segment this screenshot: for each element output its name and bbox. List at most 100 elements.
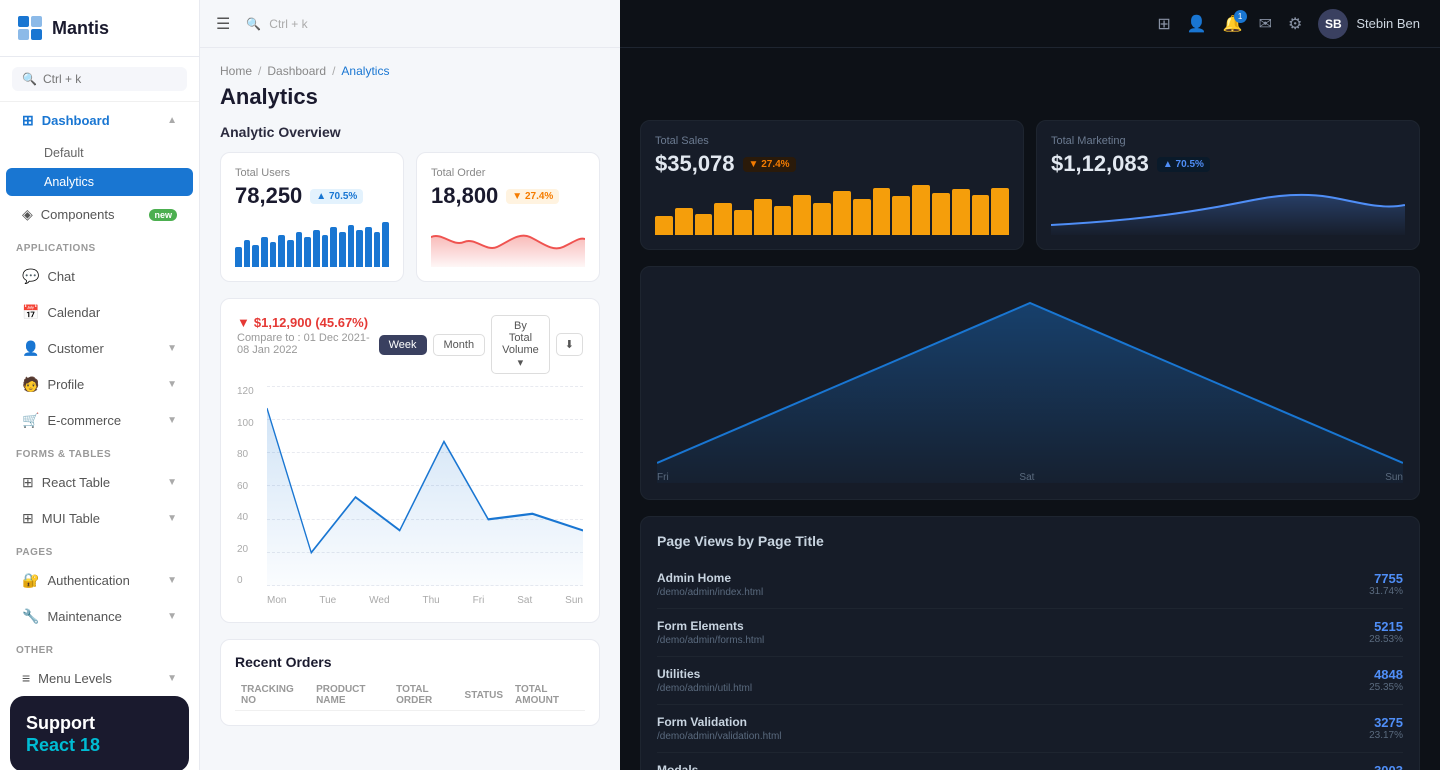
profile-icon: 🧑: [22, 376, 39, 393]
stat-value-marketing: $1,12,083 ▲ 70.5%: [1051, 151, 1405, 177]
recent-orders-title: Recent Orders: [235, 654, 585, 670]
income-overview-header: ▼ $1,12,900 (45.67%) Compare to : 01 Dec…: [237, 315, 583, 374]
sidebar-item-label: MUI Table: [42, 511, 100, 526]
page-view-item-1: Admin Home /demo/admin/index.html 7755 3…: [657, 561, 1403, 609]
page-view-count-2: 5215: [1369, 619, 1403, 634]
chevron-down-icon: ▼: [167, 477, 177, 488]
sidebar-item-components[interactable]: ◈ Components new: [6, 197, 193, 232]
sidebar-item-chat[interactable]: 💬 Chat: [6, 259, 193, 294]
topbar-search-hint: Ctrl + k: [269, 17, 307, 31]
sidebar-item-maintenance[interactable]: 🔧 Maintenance ▼: [6, 599, 193, 634]
avatar: SB: [1318, 9, 1348, 39]
page-view-name-1: Admin Home: [657, 571, 763, 585]
sidebar-item-label: React Table: [42, 475, 110, 490]
user-settings-icon[interactable]: 👤: [1187, 14, 1207, 34]
user-name: Stebin Ben: [1356, 16, 1420, 31]
sidebar-item-calendar[interactable]: 📅 Calendar: [6, 295, 193, 330]
stat-badge-users: ▲ 70.5%: [310, 189, 363, 204]
page-view-item-2: Form Elements /demo/admin/forms.html 521…: [657, 609, 1403, 657]
page-view-count-4: 3275: [1369, 715, 1403, 730]
income-value: ▼ $1,12,900 (45.67%): [237, 315, 379, 330]
hamburger-icon[interactable]: ☰: [216, 14, 230, 34]
income-compare: Compare to : 01 Dec 2021-08 Jan 2022: [237, 332, 379, 356]
sidebar-item-menu-levels[interactable]: ≡ Menu Levels ▼: [6, 661, 193, 695]
col-status: Status: [459, 680, 510, 711]
content-left: Home / Dashboard / Analytics Analytics A…: [200, 48, 620, 770]
sidebar-item-profile[interactable]: 🧑 Profile ▼: [6, 367, 193, 402]
breadcrumb-current: Analytics: [341, 64, 389, 78]
breadcrumb-home[interactable]: Home: [220, 64, 252, 78]
stat-cards-light: Total Users 78,250 ▲ 70.5%: [220, 152, 600, 282]
notification-area[interactable]: 🔔 1: [1223, 14, 1243, 34]
search-input[interactable]: [43, 72, 177, 86]
stat-card-order: Total Order 18,800 ▼ 27.4%: [416, 152, 600, 282]
mail-icon[interactable]: ✉: [1259, 14, 1272, 34]
income-line-chart: 120 100 80 60 40 20 0: [237, 386, 583, 606]
maintenance-icon: 🔧: [22, 608, 39, 625]
sidebar-item-dashboard[interactable]: ⊞ Dashboard ▲: [6, 103, 193, 138]
customer-icon: 👤: [22, 340, 39, 357]
download-button[interactable]: ⬇: [556, 333, 583, 356]
page-view-item-5: Modals /demo/admin/modals.html 3003 22.2…: [657, 753, 1403, 770]
page-view-count-3: 4848: [1369, 667, 1403, 682]
income-dark-card: FriSatSun: [640, 266, 1420, 500]
sidebar-item-authentication[interactable]: 🔐 Authentication ▼: [6, 563, 193, 598]
chevron-down-icon: ▼: [167, 513, 177, 524]
chevron-down-icon: ▼: [167, 379, 177, 390]
stat-badge-sales: ▼ 27.4%: [743, 157, 796, 172]
chat-icon: 💬: [22, 268, 39, 285]
page-view-name-5: Modals: [657, 763, 772, 770]
sidebar-item-label: Calendar: [47, 305, 100, 320]
page-title: Analytics: [220, 84, 600, 110]
support-card-react: React 18: [26, 735, 173, 756]
sidebar-item-label: Authentication: [47, 573, 129, 588]
search-box[interactable]: 🔍: [12, 67, 187, 91]
income-dark-svg: [657, 283, 1403, 483]
chevron-down-icon: ▼: [167, 611, 177, 622]
sidebar-item-label: Components: [41, 207, 115, 222]
stat-label-users: Total Users: [235, 167, 389, 179]
sidebar-subitem-analytics[interactable]: Analytics: [6, 168, 193, 196]
stat-value-sales: $35,078 ▼ 27.4%: [655, 151, 1009, 177]
sidebar-item-mui-table[interactable]: ⊞ MUI Table ▼: [6, 501, 193, 536]
page-view-name-2: Form Elements: [657, 619, 764, 633]
sales-bar-chart: [655, 185, 1009, 235]
sidebar-nav: ⊞ Dashboard ▲ Default Analytics ◈ Compon…: [0, 102, 199, 696]
page-view-count-1: 7755: [1369, 571, 1403, 586]
gear-icon[interactable]: ⚙: [1288, 14, 1302, 34]
stat-card-users: Total Users 78,250 ▲ 70.5%: [220, 152, 404, 282]
sidebar-item-ecommerce[interactable]: 🛒 E-commerce ▼: [6, 403, 193, 438]
mantis-logo-icon: [16, 14, 44, 42]
components-icon: ◈: [22, 206, 33, 223]
app-name: Mantis: [52, 18, 109, 39]
mui-table-icon: ⊞: [22, 510, 34, 527]
apps-icon[interactable]: ⊞: [1157, 14, 1170, 34]
user-profile-area[interactable]: SB Stebin Ben: [1318, 9, 1420, 39]
sidebar-item-label: Dashboard: [42, 113, 110, 128]
chevron-down-icon: ▼: [167, 575, 177, 586]
sidebar-subitem-default[interactable]: Default: [6, 139, 193, 167]
page-view-pct-1: 31.74%: [1369, 586, 1403, 597]
recent-orders-card: Recent Orders Tracking No Product Name T…: [220, 639, 600, 726]
sidebar-item-react-table[interactable]: ⊞ React Table ▼: [6, 465, 193, 500]
search-icon: 🔍: [22, 72, 37, 86]
breadcrumb-dashboard[interactable]: Dashboard: [267, 64, 326, 78]
income-dark-chart: FriSatSun: [657, 283, 1403, 483]
col-tracking: Tracking No: [235, 680, 310, 711]
week-button[interactable]: Week: [379, 335, 427, 355]
users-bar-chart: [235, 217, 389, 267]
stat-label-marketing: Total Marketing: [1051, 135, 1405, 147]
stat-badge-order: ▼ 27.4%: [506, 189, 559, 204]
stat-value-order: 18,800 ▼ 27.4%: [431, 183, 585, 209]
sidebar-item-label: Maintenance: [47, 609, 121, 624]
chevron-up-icon: ▲: [167, 115, 177, 126]
month-button[interactable]: Month: [433, 334, 486, 356]
volume-button[interactable]: By Total Volume ▾: [491, 315, 550, 374]
calendar-icon: 📅: [22, 304, 39, 321]
notification-count: 1: [1234, 10, 1247, 23]
page-view-url-2: /demo/admin/forms.html: [657, 635, 764, 646]
sidebar-item-customer[interactable]: 👤 Customer ▼: [6, 331, 193, 366]
applications-section-label: Applications: [0, 233, 199, 258]
stat-card-marketing: Total Marketing $1,12,083 ▲ 70.5%: [1036, 120, 1420, 250]
content-right: Total Sales $35,078 ▼ 27.4%: [620, 48, 1440, 770]
